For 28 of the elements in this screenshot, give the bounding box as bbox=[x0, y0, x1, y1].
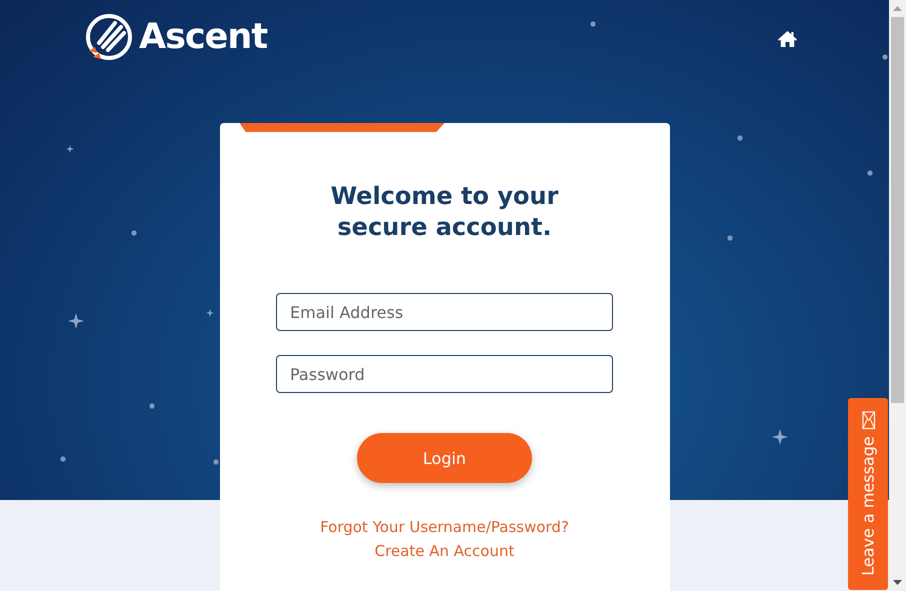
logo-text: Ascent bbox=[139, 17, 268, 57]
sparkle-icon bbox=[772, 429, 788, 445]
input-field[interactable]: Password bbox=[276, 355, 613, 393]
star-dot bbox=[590, 21, 596, 27]
envelope-icon bbox=[862, 410, 874, 428]
login-button[interactable]: Login bbox=[357, 433, 532, 483]
scroll-up-icon[interactable] bbox=[893, 6, 902, 11]
star-dot bbox=[737, 135, 743, 141]
home-icon[interactable] bbox=[778, 31, 797, 47]
leave-message-tab[interactable]: Leave a message bbox=[848, 398, 888, 590]
sparkle-icon bbox=[206, 309, 214, 317]
welcome-heading: Welcome to your secure account. bbox=[330, 181, 560, 243]
account-link[interactable]: Create An Account bbox=[374, 541, 514, 561]
input-field[interactable]: Email Address bbox=[276, 293, 613, 331]
star-dot bbox=[60, 456, 66, 462]
star-dot bbox=[867, 170, 873, 176]
scrollbar[interactable] bbox=[889, 0, 906, 591]
star-dot bbox=[149, 403, 155, 409]
scroll-down-icon[interactable] bbox=[893, 580, 902, 585]
logo-icon bbox=[85, 13, 133, 61]
star-dot bbox=[882, 54, 888, 60]
scroll-thumb[interactable] bbox=[891, 17, 904, 403]
sparkle-icon bbox=[68, 313, 84, 329]
sparkle-icon bbox=[66, 145, 74, 153]
star-dot bbox=[131, 230, 137, 236]
star-dot bbox=[727, 235, 733, 241]
account-link[interactable]: Forgot Your Username/Password? bbox=[320, 517, 569, 537]
star-dot bbox=[213, 459, 219, 465]
